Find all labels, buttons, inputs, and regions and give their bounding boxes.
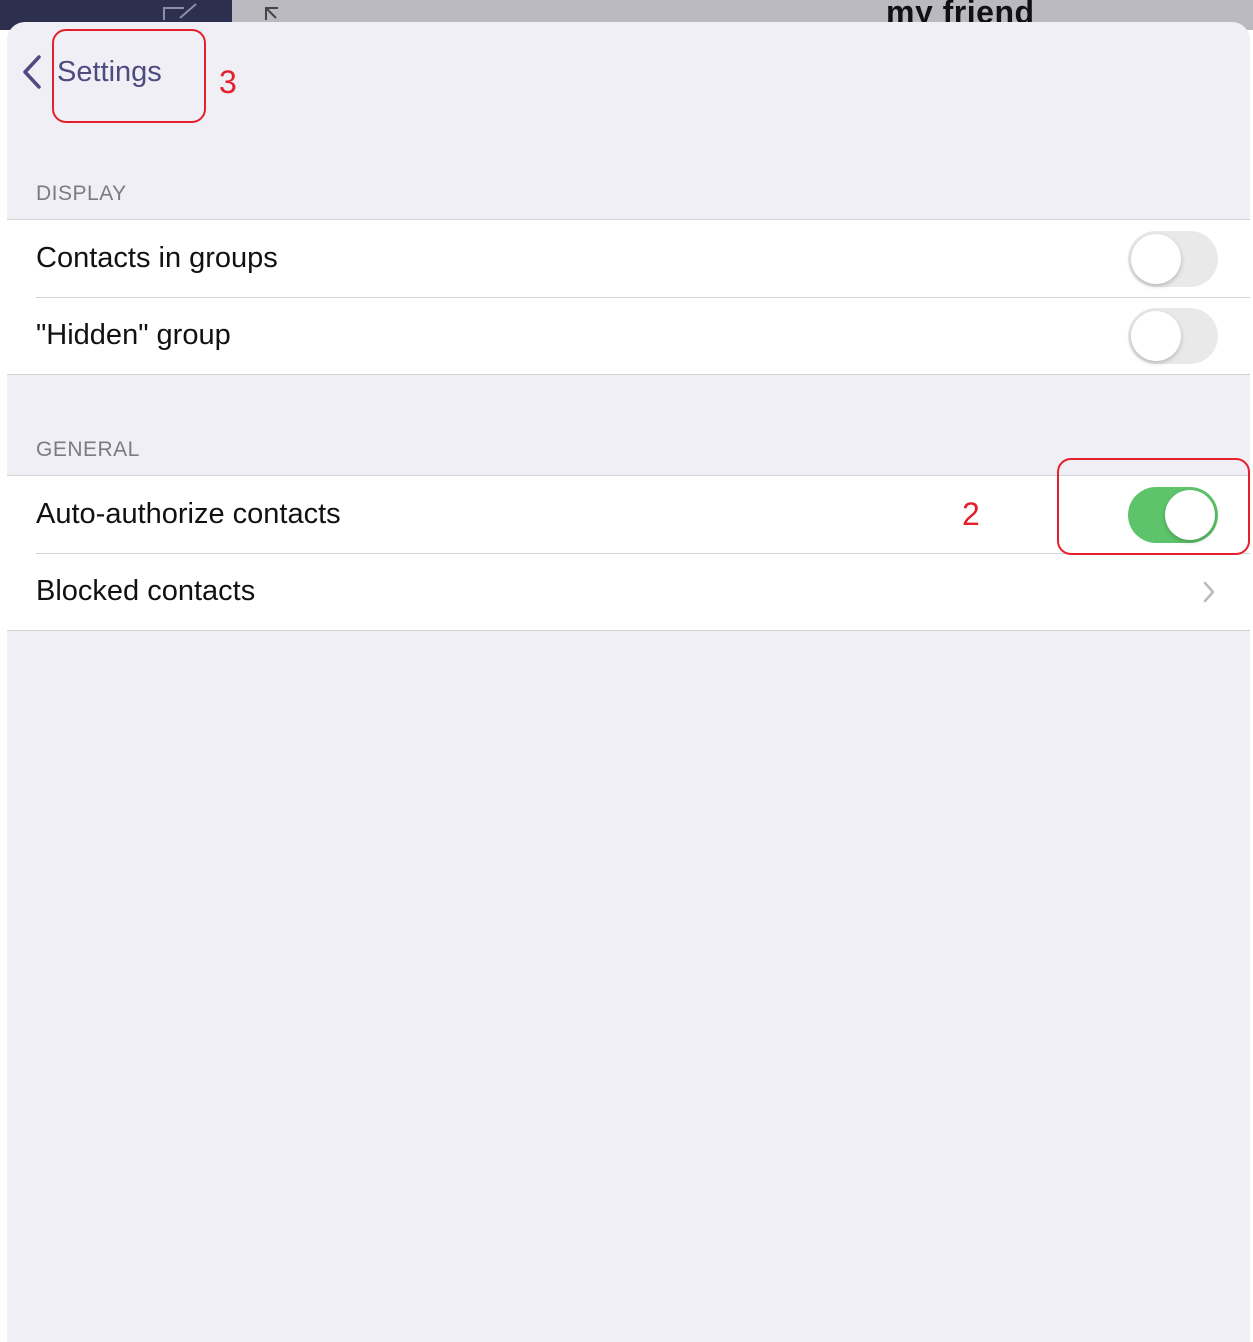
expand-arrow-icon — [265, 7, 278, 20]
hidden-group-toggle[interactable] — [1128, 307, 1218, 364]
contacts-in-groups-toggle[interactable] — [1128, 230, 1218, 287]
display-group: Contacts in groups "Hidden" group — [7, 219, 1250, 375]
annotation-box-back — [52, 29, 206, 123]
row-label: Contacts in groups — [36, 242, 278, 274]
row-label: Auto-authorize contacts — [36, 498, 341, 530]
row-blocked-contacts[interactable]: Blocked contacts — [7, 553, 1250, 630]
row-label: Blocked contacts — [36, 575, 256, 607]
row-hidden-group: "Hidden" group — [7, 297, 1250, 374]
toggle-knob — [1131, 233, 1181, 284]
row-contacts-in-groups: Contacts in groups — [7, 220, 1250, 297]
annotation-box-toggle — [1057, 458, 1250, 555]
annotation-number-toggle: 2 — [962, 496, 980, 532]
compose-icon — [163, 3, 197, 20]
toggle-knob — [1131, 310, 1181, 361]
settings-sheet: Settings 3 DISPLAY Contacts in groups "H… — [7, 22, 1250, 1342]
section-header-general: GENERAL — [36, 438, 140, 461]
annotation-number-back: 3 — [219, 64, 237, 100]
chevron-left-icon — [23, 55, 41, 89]
row-label: "Hidden" group — [36, 319, 231, 351]
section-header-display: DISPLAY — [36, 182, 127, 205]
chevron-right-icon — [1203, 581, 1215, 602]
